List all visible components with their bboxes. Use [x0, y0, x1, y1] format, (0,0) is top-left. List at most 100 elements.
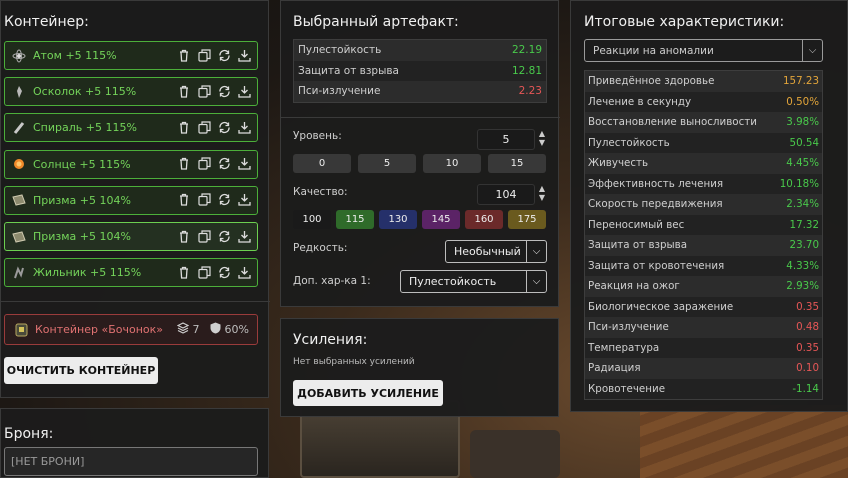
download-icon[interactable]: [237, 157, 251, 171]
refresh-icon[interactable]: [217, 193, 231, 207]
refresh-icon[interactable]: [217, 230, 231, 244]
artifact-name: Спираль +5 115%: [33, 121, 137, 135]
copy-icon[interactable]: [197, 193, 211, 207]
trash-icon[interactable]: [177, 121, 191, 135]
download-icon[interactable]: [237, 230, 251, 244]
stat-row: Пулестойкость 22.19: [294, 40, 546, 61]
download-icon[interactable]: [237, 193, 251, 207]
refresh-icon[interactable]: [217, 157, 231, 171]
quality-preset-button[interactable]: 160: [465, 210, 503, 229]
refresh-icon[interactable]: [217, 85, 231, 99]
artifact-actions: [177, 85, 251, 99]
quality-preset-button[interactable]: 100: [293, 210, 331, 229]
quality-input[interactable]: 104: [477, 184, 535, 205]
artifact-row[interactable]: Осколок +5 115%: [4, 77, 258, 107]
total-value: 0.35: [796, 300, 819, 313]
totals-filter-select[interactable]: Реакции на аномалии ⌵: [584, 39, 823, 62]
total-row: Пси-излучение 0.48: [585, 317, 822, 338]
rarity-select[interactable]: Необычный ⌵: [445, 240, 547, 263]
totals-table: Приведённое здоровье 157.23 Лечение в секу…: [584, 70, 823, 400]
copy-icon[interactable]: [197, 48, 211, 63]
spinner-up-icon[interactable]: ▲: [537, 184, 547, 193]
refresh-icon[interactable]: [217, 49, 231, 63]
copy-icon[interactable]: [197, 121, 211, 135]
rarity-label: Редкость:: [293, 242, 348, 254]
total-row: Кровотечение -1.14: [585, 378, 822, 399]
quality-spinner[interactable]: ▲ ▼: [537, 184, 547, 202]
spinner-up-icon[interactable]: ▲: [537, 129, 547, 138]
total-label: Пси-излучение: [588, 321, 669, 334]
total-label: Эффективность лечения: [588, 177, 724, 190]
clear-container-button[interactable]: ОЧИСТИТЬ КОНТЕЙНЕР: [4, 357, 158, 384]
spinner-down-icon[interactable]: ▼: [537, 138, 547, 147]
total-row: Живучесть 4.45%: [585, 153, 822, 174]
artifact-actions: [177, 121, 251, 135]
copy-icon[interactable]: [197, 229, 211, 244]
quality-preset-button[interactable]: 130: [379, 210, 417, 229]
total-row: Пулестойкость 50.54: [585, 132, 822, 153]
artifact-name: Солнце +5 115%: [33, 157, 131, 171]
level-preset-button[interactable]: 0: [293, 154, 351, 173]
selected-artifact-panel: Выбранный артефакт: Пулестойкость 22.19 За…: [280, 0, 560, 307]
selected-stats-table: Пулестойкость 22.19 Защита от взрыва 12.81 П…: [293, 39, 547, 103]
total-label: Живучесть: [588, 157, 649, 170]
download-icon[interactable]: [237, 121, 251, 135]
level-input[interactable]: 5: [477, 129, 535, 150]
stat-label: Защита от взрыва: [298, 64, 399, 77]
quality-preset-button[interactable]: 175: [508, 210, 546, 229]
barrel-icon: [13, 322, 29, 338]
artifact-row[interactable]: Призма +5 104%: [4, 185, 258, 215]
total-row: Биологическое заражение 0.35: [585, 296, 822, 317]
artifact-row[interactable]: Призма +5 104%: [4, 222, 258, 251]
download-icon[interactable]: [237, 49, 251, 63]
background-wooden-crate: [640, 405, 848, 478]
artifact-row[interactable]: Спираль +5 115%: [4, 113, 258, 143]
trash-icon[interactable]: [177, 157, 191, 171]
total-row: Скорость передвижения 2.34%: [585, 194, 822, 215]
total-row: Лечение в секунду 0.50%: [585, 91, 822, 112]
artifact-actions: [177, 229, 251, 244]
refresh-icon[interactable]: [217, 266, 231, 280]
total-value: 3.98%: [786, 116, 819, 129]
refresh-icon[interactable]: [217, 121, 231, 135]
add-boost-button[interactable]: ДОБАВИТЬ УСИЛЕНИЕ: [293, 380, 443, 406]
extra-stat-value: Пулестойкость: [409, 275, 497, 288]
trash-icon[interactable]: [177, 85, 191, 99]
container-panel: Контейнер: Атом +5 115% Осколок +5 115% Сп…: [0, 0, 270, 398]
level-preset-button[interactable]: 5: [358, 154, 416, 173]
container-barrel[interactable]: Контейнер «Бочонок» 7 60%: [4, 314, 258, 345]
download-icon[interactable]: [237, 266, 251, 280]
copy-icon[interactable]: [197, 157, 211, 171]
boosts-empty-text: Нет выбранных усилений: [293, 357, 415, 367]
artifact-row[interactable]: Солнце +5 115%: [4, 149, 258, 179]
total-row: Защита от взрыва 23.70: [585, 235, 822, 256]
trash-icon[interactable]: [177, 193, 191, 207]
quality-preset-button[interactable]: 115: [336, 210, 374, 229]
copy-icon[interactable]: [197, 266, 211, 280]
total-value: -1.14: [792, 382, 819, 395]
stat-row: Пси-излучение 2.23: [294, 81, 546, 102]
extra-stat-select[interactable]: Пулестойкость ⌵: [400, 270, 547, 293]
artifact-name: Призма +5 104%: [33, 230, 131, 243]
chevron-down-icon: ⌵: [802, 40, 822, 61]
level-preset-button[interactable]: 15: [488, 154, 546, 173]
quality-preset-button[interactable]: 145: [422, 210, 460, 229]
spinner-down-icon[interactable]: ▼: [537, 193, 547, 202]
level-spinner[interactable]: ▲ ▼: [537, 129, 547, 147]
totals-filter-value: Реакции на аномалии: [593, 44, 714, 57]
artifact-row[interactable]: Атом +5 115%: [4, 41, 258, 70]
stat-value: 12.81: [511, 64, 542, 77]
trash-icon[interactable]: [177, 266, 191, 280]
total-value: 50.54: [789, 136, 819, 149]
download-icon[interactable]: [237, 85, 251, 99]
vein-artifact-icon: [11, 265, 27, 281]
artifact-row[interactable]: Жильник +5 115%: [4, 258, 258, 288]
level-preset-button[interactable]: 10: [423, 154, 481, 173]
armor-select[interactable]: [НЕТ БРОНИ]: [4, 447, 258, 476]
trash-icon[interactable]: [177, 49, 191, 63]
copy-icon[interactable]: [197, 85, 211, 99]
total-value: 4.33%: [786, 259, 819, 272]
total-row: Эффективность лечения 10.18%: [585, 173, 822, 194]
chevron-down-icon: ⌵: [526, 241, 546, 262]
trash-icon[interactable]: [177, 230, 191, 244]
